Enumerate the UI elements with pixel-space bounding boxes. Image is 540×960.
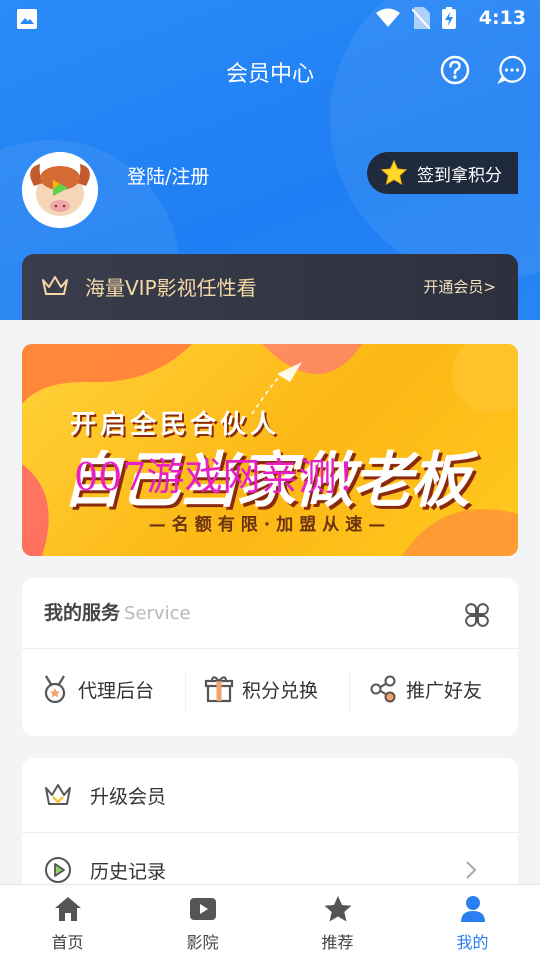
service-label: 代理后台 <box>78 679 155 702</box>
banner-watermark: 007游戏网亲测！ <box>74 455 375 499</box>
service-label: 推广好友 <box>406 679 483 702</box>
service-points-exchange[interactable]: 积分兑换 <box>204 674 318 704</box>
tab-recommend[interactable]: 推荐 <box>270 885 405 960</box>
service-agent-backend[interactable]: 代理后台 <box>40 674 154 704</box>
avatar[interactable] <box>22 152 98 228</box>
menu-upgrade-member[interactable]: 升级会员 <box>22 758 518 832</box>
message-icon[interactable] <box>497 55 527 85</box>
services-title: 我的服务 Service <box>44 598 191 625</box>
share-icon <box>370 675 396 703</box>
service-label: 积分兑换 <box>242 679 319 702</box>
checkin-button[interactable]: 签到拿积分 <box>367 152 518 194</box>
medal-icon <box>44 675 66 704</box>
gallery-notification-icon <box>17 9 37 29</box>
tab-mine[interactable]: 我的 <box>405 885 540 960</box>
star-icon <box>324 896 351 922</box>
gift-icon <box>204 676 234 703</box>
no-sim-icon <box>412 7 430 29</box>
star-badge-icon <box>381 160 407 186</box>
promo-banner[interactable]: 开启全民合伙人 自己当家做老板 007游戏网亲测！ —名额有限·加盟从速— <box>22 344 518 556</box>
status-bar: 4:13 <box>0 0 540 36</box>
services-title-text: 我的服务 <box>44 602 121 624</box>
battery-charging-icon <box>442 7 456 29</box>
tab-label: 影院 <box>186 933 219 952</box>
menu-label: 升级会员 <box>90 785 167 808</box>
banner-tagline: —名额有限·加盟从速— <box>148 515 392 535</box>
login-register-link[interactable]: 登陆/注册 <box>127 162 209 189</box>
tab-label: 首页 <box>51 933 84 952</box>
crown-outline-icon <box>42 276 68 295</box>
status-time: 4:13 <box>478 7 526 29</box>
checkin-label: 签到拿积分 <box>417 165 502 186</box>
mascot-avatar-icon <box>22 152 98 228</box>
play-circle-icon <box>45 857 71 883</box>
bottom-tab-bar: 首页 影院 推荐 我的 <box>0 884 540 960</box>
crown-icon <box>45 784 71 805</box>
status-icons <box>376 7 456 29</box>
tab-cinema[interactable]: 影院 <box>135 885 270 960</box>
tab-home[interactable]: 首页 <box>0 885 135 960</box>
divider <box>22 648 518 649</box>
wifi-icon <box>376 8 400 27</box>
tab-label: 我的 <box>456 933 489 952</box>
divider <box>349 672 350 712</box>
grid-clover-icon[interactable] <box>462 600 492 630</box>
title-bar: 会员中心 <box>0 48 540 92</box>
vip-bar[interactable]: 海量VIP影视任性看 开通会员> <box>22 254 518 320</box>
divider <box>185 672 186 712</box>
services-card: 我的服务 Service 代理后台 积分兑换 推广好友 <box>22 578 518 736</box>
user-icon <box>460 896 485 922</box>
help-icon[interactable] <box>440 55 470 85</box>
tab-label: 推荐 <box>321 933 354 952</box>
menu-label: 历史记录 <box>90 860 167 883</box>
vip-promo-text: 海量VIP影视任性看 <box>85 276 257 300</box>
service-invite-friends[interactable]: 推广好友 <box>368 674 482 704</box>
open-vip-link[interactable]: 开通会员> <box>423 276 496 297</box>
home-icon <box>54 897 81 921</box>
services-subtitle: Service <box>124 603 191 624</box>
chevron-right-icon <box>466 861 477 879</box>
video-icon <box>189 898 216 920</box>
